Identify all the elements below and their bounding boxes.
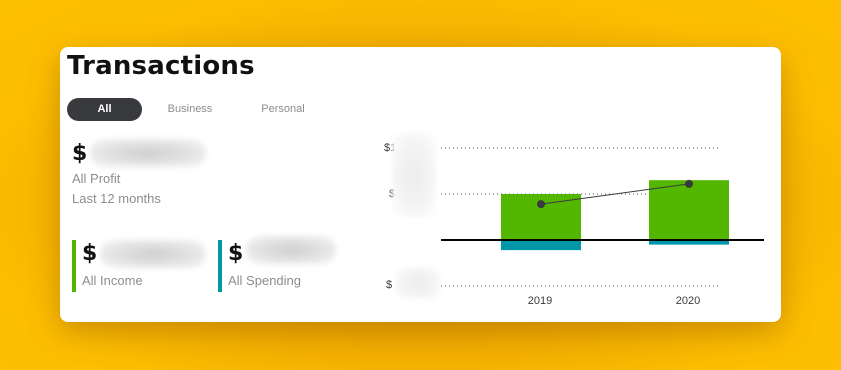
- tab-personal[interactable]: Personal: [253, 98, 313, 121]
- chart-plot: [441, 147, 764, 287]
- income-bar: [649, 180, 729, 240]
- spending-indicator: [218, 240, 222, 292]
- x-tick-label-2020: 2020: [675, 295, 701, 307]
- spending-currency: $: [228, 241, 244, 266]
- transactions-card: Transactions All Business Personal $ All…: [60, 47, 781, 322]
- income-amount-redacted: [100, 240, 206, 268]
- profit-amount-redacted: [90, 139, 206, 167]
- spending-bar: [501, 240, 581, 251]
- profit-label: All Profit: [72, 171, 121, 186]
- profit-currency: $: [72, 141, 88, 166]
- income-currency: $: [82, 241, 98, 266]
- tab-business[interactable]: Business: [162, 98, 218, 121]
- income-indicator: [72, 240, 76, 292]
- tab-all[interactable]: All: [67, 98, 142, 121]
- profit-period: Last 12 months: [72, 191, 161, 206]
- spending-amount-redacted: [246, 236, 336, 264]
- profit-point: [537, 200, 545, 209]
- x-tick-label-2019: 2019: [527, 295, 553, 307]
- spending-label: All Spending: [228, 273, 301, 288]
- page-title: Transactions: [67, 51, 255, 81]
- income-label: All Income: [82, 273, 143, 288]
- profit-point: [685, 179, 693, 188]
